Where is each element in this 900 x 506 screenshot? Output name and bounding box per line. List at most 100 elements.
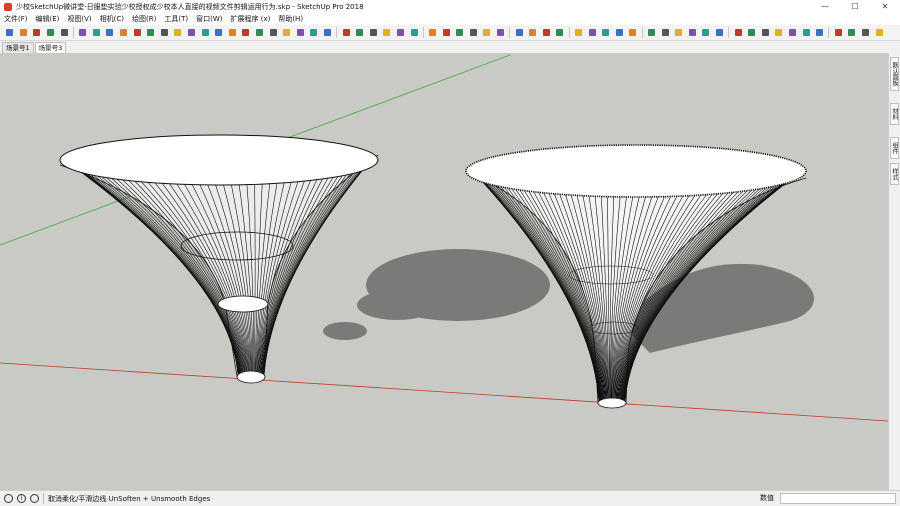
funnel-left-band-2 xyxy=(217,295,269,313)
rotated-rect-icon[interactable] xyxy=(214,28,224,38)
drape-icon[interactable] xyxy=(601,28,611,38)
user-icon[interactable] xyxy=(30,494,39,503)
tape-icon[interactable] xyxy=(341,28,351,38)
monochrome-icon[interactable] xyxy=(815,28,825,38)
tray-tab-default[interactable]: 默认面板 xyxy=(890,57,899,91)
share-icon[interactable] xyxy=(847,28,857,38)
model-viewport[interactable] xyxy=(0,53,888,490)
paint-icon[interactable] xyxy=(105,28,115,38)
menu-help[interactable]: 帮助(H) xyxy=(274,14,307,24)
toolbar-separator xyxy=(72,27,74,38)
3dtext-icon[interactable] xyxy=(409,28,419,38)
text-icon[interactable] xyxy=(382,28,392,38)
backedges-icon[interactable] xyxy=(747,28,757,38)
textured-icon[interactable] xyxy=(801,28,811,38)
menu-window[interactable]: 窗口(W) xyxy=(192,14,226,24)
axes-icon[interactable] xyxy=(395,28,405,38)
orbit-icon[interactable] xyxy=(428,28,438,38)
hidden-line-icon[interactable] xyxy=(774,28,784,38)
scale-icon[interactable] xyxy=(322,28,332,38)
flip-edge-icon[interactable] xyxy=(628,28,638,38)
wireframe-icon[interactable] xyxy=(760,28,770,38)
top-view-icon[interactable] xyxy=(660,28,670,38)
window-title: 少校SketchUp微讲堂-日服垫实验少校授权成少校本人直接的视频文件剪辑运用行… xyxy=(16,2,364,11)
select-icon[interactable] xyxy=(78,28,88,38)
rectangle-icon[interactable] xyxy=(200,28,210,38)
previous-icon[interactable] xyxy=(496,28,506,38)
status-divider xyxy=(43,493,44,504)
back-view-icon[interactable] xyxy=(701,28,711,38)
position-camera-icon[interactable] xyxy=(514,28,524,38)
warehouse-icon[interactable] xyxy=(833,28,843,38)
menu-file[interactable]: 文件(F) xyxy=(0,14,32,24)
left-view-icon[interactable] xyxy=(714,28,724,38)
polygon-icon[interactable] xyxy=(241,28,251,38)
funnel-left-rim xyxy=(59,134,379,186)
ruby-icon[interactable] xyxy=(874,28,884,38)
info-icon[interactable]: i xyxy=(17,494,26,503)
toolbar-separator xyxy=(509,27,511,38)
menu-camera[interactable]: 相机(C) xyxy=(96,14,128,24)
tray-tab-materials[interactable]: 材料 xyxy=(890,103,899,125)
lookaround-icon[interactable] xyxy=(541,28,551,38)
front-view-icon[interactable] xyxy=(674,28,684,38)
maximize-button[interactable]: ☐ xyxy=(840,0,870,13)
toolbar-separator xyxy=(828,27,830,38)
undo-icon[interactable] xyxy=(46,28,56,38)
section-icon[interactable] xyxy=(555,28,565,38)
pushpull-icon[interactable] xyxy=(254,28,264,38)
menu-tools[interactable]: 工具(T) xyxy=(160,14,192,24)
sandbox-icon[interactable] xyxy=(574,28,584,38)
zoom-extents-icon[interactable] xyxy=(482,28,492,38)
followme-icon[interactable] xyxy=(268,28,278,38)
xray-icon[interactable] xyxy=(733,28,743,38)
model-canvas[interactable] xyxy=(0,53,888,490)
menu-view[interactable]: 视图(V) xyxy=(63,14,95,24)
main-toolbar xyxy=(0,25,900,41)
menu-edit[interactable]: 编辑(E) xyxy=(32,14,64,24)
eraser-icon[interactable] xyxy=(119,28,129,38)
stamp-icon[interactable] xyxy=(587,28,597,38)
save-icon[interactable] xyxy=(32,28,42,38)
scene-tab-1[interactable]: 场景号1 xyxy=(2,42,34,53)
open-icon[interactable] xyxy=(18,28,28,38)
walk-icon[interactable] xyxy=(528,28,538,38)
menu-draw[interactable]: 绘图(R) xyxy=(128,14,160,24)
right-view-icon[interactable] xyxy=(687,28,697,38)
toolbar-separator xyxy=(422,27,424,38)
extension-icon[interactable] xyxy=(860,28,870,38)
dimension-icon[interactable] xyxy=(355,28,365,38)
line-icon[interactable] xyxy=(159,28,169,38)
measurements-label: 数值 xyxy=(760,494,774,502)
arc-icon[interactable] xyxy=(173,28,183,38)
paint-bucket-icon[interactable] xyxy=(132,28,142,38)
rotate-icon[interactable] xyxy=(309,28,319,38)
close-button[interactable]: ✕ xyxy=(870,0,900,13)
menu-extensions[interactable]: 扩展程序 (x) xyxy=(226,14,274,24)
iso-view-icon[interactable] xyxy=(647,28,657,38)
protractor-icon[interactable] xyxy=(368,28,378,38)
shaded-icon[interactable] xyxy=(787,28,797,38)
freehand-icon[interactable] xyxy=(187,28,197,38)
tray-tab-components[interactable]: 组件 xyxy=(890,137,899,159)
toolbar-separator xyxy=(641,27,643,38)
minimize-button[interactable]: — xyxy=(810,0,840,13)
scene-tab-3[interactable]: 场景号3 xyxy=(34,42,67,53)
zoom-icon[interactable] xyxy=(455,28,465,38)
shadow-blob-2 xyxy=(357,290,437,320)
move-icon[interactable] xyxy=(295,28,305,38)
offset-icon[interactable] xyxy=(282,28,292,38)
new-icon[interactable] xyxy=(5,28,15,38)
pan-icon[interactable] xyxy=(441,28,451,38)
circle-icon[interactable] xyxy=(227,28,237,38)
zoom-window-icon[interactable] xyxy=(468,28,478,38)
red-axis xyxy=(0,362,888,422)
tag-icon[interactable] xyxy=(146,28,156,38)
default-tray: 默认面板 材料 组件 样式 xyxy=(888,53,900,490)
print-icon[interactable] xyxy=(59,28,69,38)
measurements-input[interactable] xyxy=(780,493,896,504)
geolocation-icon[interactable] xyxy=(4,494,13,503)
component-icon[interactable] xyxy=(91,28,101,38)
tray-tab-styles[interactable]: 样式 xyxy=(890,163,899,185)
add-detail-icon[interactable] xyxy=(614,28,624,38)
